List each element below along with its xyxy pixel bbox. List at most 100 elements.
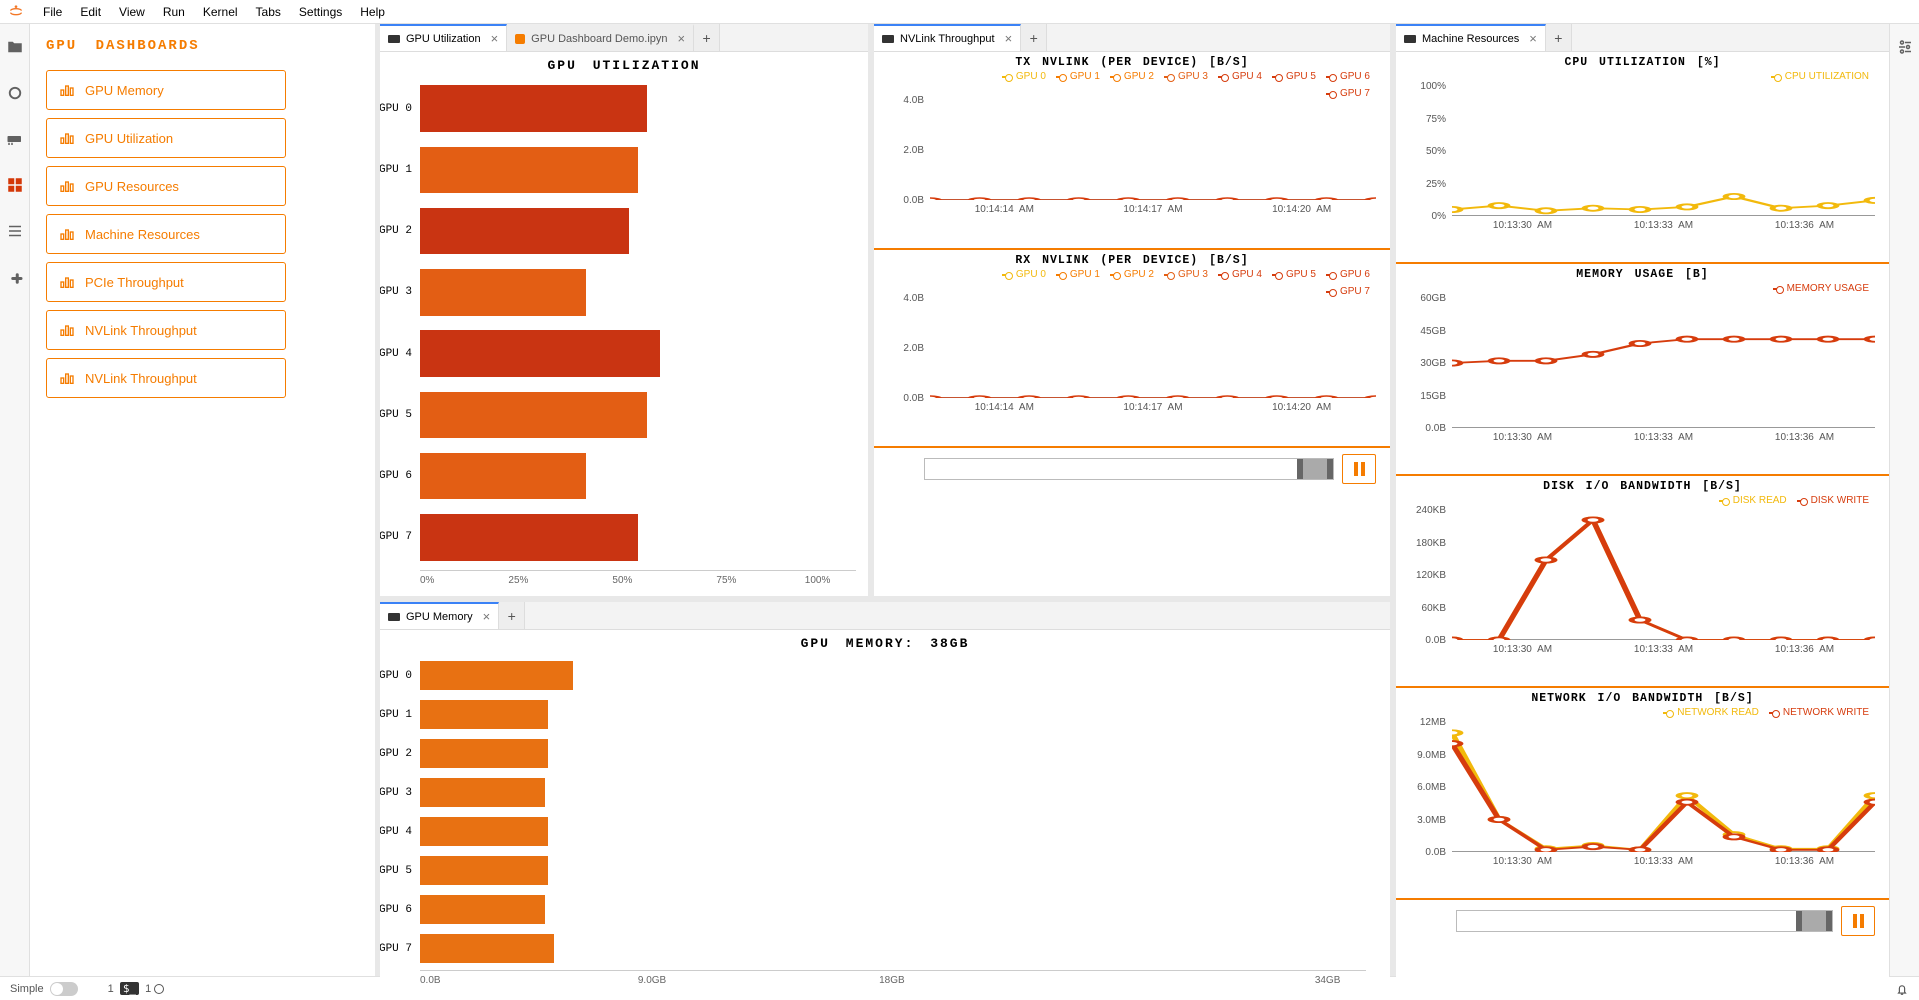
y-tick: 0.0B [874, 195, 924, 206]
bar-label: GPU 4 [380, 826, 418, 838]
y-tick: 100% [1396, 81, 1446, 92]
y-tick: 0.0B [1396, 847, 1446, 858]
menu-help[interactable]: Help [351, 5, 394, 19]
y-tick: 120KB [1396, 570, 1446, 581]
y-tick: 2.0B [874, 145, 924, 156]
bar-row: GPU 1 [420, 695, 1366, 734]
close-icon[interactable]: × [491, 31, 499, 46]
scrubber-handle[interactable] [1303, 459, 1327, 479]
x-tick: 100% [805, 575, 831, 590]
tab-demo-notebook[interactable]: GPU Dashboard Demo.ipyn× [507, 24, 694, 51]
property-inspector-icon[interactable] [1896, 38, 1914, 56]
bar [420, 392, 647, 439]
scrubber-track[interactable] [1456, 910, 1833, 932]
x-ticks: 10:13:30 AM10:13:33 AM10:13:36 AM [1452, 432, 1875, 443]
menu-tabs[interactable]: Tabs [247, 5, 290, 19]
x-tick: 10:14:14 AM [975, 204, 1034, 215]
legend-item: GPU 0 [1002, 71, 1046, 82]
dashboard-open-gpu-utilization-1[interactable]: GPU Utilization [46, 118, 286, 158]
dashboard-open-machine-resources-3[interactable]: Machine Resources [46, 214, 286, 254]
bar [420, 934, 554, 964]
gpu-card-icon[interactable] [6, 130, 24, 148]
line-plot [1452, 722, 1875, 852]
bar-label: GPU 5 [380, 865, 418, 877]
legend-item: DISK WRITE [1797, 495, 1869, 506]
legend-item: CPU UTILIZATION [1771, 71, 1869, 82]
new-launcher-button[interactable]: + [499, 602, 525, 629]
bar-row: GPU 3 [420, 262, 856, 323]
gpu-dashboards-icon[interactable] [6, 176, 24, 194]
pause-button[interactable] [1342, 454, 1376, 484]
legend-item: GPU 5 [1272, 71, 1316, 82]
scrubber-track[interactable] [924, 458, 1334, 480]
toc-icon[interactable] [6, 222, 24, 240]
close-icon[interactable]: × [678, 31, 686, 46]
close-icon[interactable]: × [1529, 31, 1537, 46]
dashboard-label: GPU Resources [85, 179, 179, 194]
bar [420, 739, 548, 769]
legend-item: NETWORK WRITE [1769, 707, 1869, 718]
pause-button[interactable] [1841, 906, 1875, 936]
bell-icon[interactable] [1895, 982, 1909, 996]
bar-row: GPU 2 [420, 734, 1366, 773]
x-tick: 10:14:17 AM [1123, 402, 1182, 413]
x-tick: 10:13:30 AM [1493, 220, 1552, 231]
legend-item: GPU 7 [1326, 88, 1370, 99]
bar-row: GPU 5 [420, 851, 1366, 890]
tab-machine-resources[interactable]: Machine Resources× [1396, 24, 1546, 51]
y-tick: 4.0B [874, 293, 924, 304]
tabbar: GPU Memory× + [380, 602, 1390, 630]
legend: GPU 0GPU 1GPU 2GPU 3GPU 4GPU 5GPU 6GPU 7 [874, 71, 1390, 99]
close-icon[interactable]: × [1005, 31, 1013, 46]
tab-gpu-utilization[interactable]: GPU Utilization× [380, 24, 507, 51]
legend-item: GPU 2 [1110, 269, 1154, 280]
y-tick: 180KB [1396, 538, 1446, 549]
bar-row: GPU 0 [420, 656, 1366, 695]
menu-file[interactable]: File [34, 5, 71, 19]
bar-row: GPU 1 [420, 139, 856, 200]
dashboard-open-pcie-throughput-4[interactable]: PCIe Throughput [46, 262, 286, 302]
chart-title: NETWORK I/O BANDWIDTH [B/S] [1396, 688, 1889, 707]
legend-item: GPU 1 [1056, 71, 1100, 82]
legend-item: GPU 3 [1164, 71, 1208, 82]
menu-run[interactable]: Run [154, 5, 194, 19]
chart-title: RX NVLINK (PER DEVICE) [B/S] [874, 250, 1390, 269]
y-tick: 4.0B [874, 95, 924, 106]
scrubber-handle[interactable] [1802, 911, 1826, 931]
y-tick: 75% [1396, 114, 1446, 125]
dashboard-open-nvlink-throughput-6[interactable]: NVLink Throughput [46, 358, 286, 398]
tab-nvlink-throughput[interactable]: NVLink Throughput× [874, 24, 1021, 51]
new-launcher-button[interactable]: + [1546, 24, 1572, 51]
close-icon[interactable]: × [483, 609, 491, 624]
nvlink-charts: TX NVLINK (PER DEVICE) [B/S]GPU 0GPU 1GP… [874, 52, 1390, 596]
bar-row: GPU 3 [420, 773, 1366, 812]
y-tick: 45GB [1396, 326, 1446, 337]
x-ticks: 10:13:30 AM10:13:33 AM10:13:36 AM [1452, 220, 1875, 231]
x-tick: 10:14:20 AM [1272, 204, 1331, 215]
dashboard-open-gpu-resources-2[interactable]: GPU Resources [46, 166, 286, 206]
y-tick: 3.0MB [1396, 815, 1446, 826]
bar-row: GPU 6 [420, 446, 856, 507]
dashboard-open-nvlink-throughput-5[interactable]: NVLink Throughput [46, 310, 286, 350]
bar-label: GPU 1 [380, 164, 418, 176]
legend-item: DISK READ [1719, 495, 1787, 506]
menu-view[interactable]: View [110, 5, 154, 19]
extensions-icon[interactable] [6, 268, 24, 286]
bar [420, 856, 548, 886]
running-icon[interactable] [6, 84, 24, 102]
new-launcher-button[interactable]: + [1021, 24, 1047, 51]
tab-gpu-memory[interactable]: GPU Memory× [380, 602, 499, 629]
bar [420, 147, 638, 194]
new-launcher-button[interactable]: + [694, 24, 720, 51]
folder-icon[interactable] [6, 38, 24, 56]
y-tick: 0.0B [1396, 423, 1446, 434]
menu-edit[interactable]: Edit [71, 5, 110, 19]
menu-settings[interactable]: Settings [290, 5, 351, 19]
x-tick: 50% [612, 575, 632, 590]
simple-mode-toggle[interactable] [50, 982, 78, 996]
dashboard-open-gpu-memory-0[interactable]: GPU Memory [46, 70, 286, 110]
bar-label: GPU 0 [380, 670, 418, 682]
terminals-count[interactable]: 1 $_ 1 [108, 982, 165, 995]
menu-kernel[interactable]: Kernel [194, 5, 247, 19]
y-tick: 240KB [1396, 505, 1446, 516]
